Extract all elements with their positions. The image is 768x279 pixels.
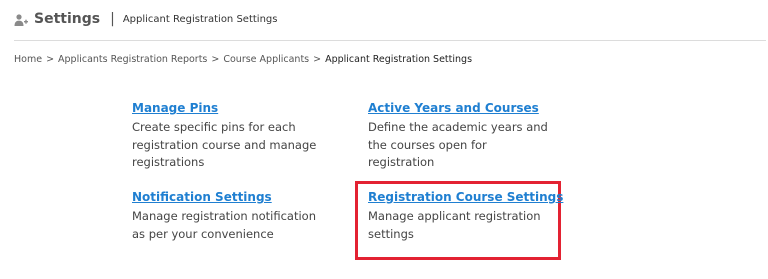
user-settings-icon	[14, 12, 28, 26]
manage-pins-link[interactable]: Manage Pins	[132, 101, 322, 115]
breadcrumb-applicants-registration-reports[interactable]: Applicants Registration Reports	[58, 54, 207, 65]
registration-course-settings-description: Manage applicant registration settings	[368, 209, 541, 241]
page-title: Settings	[34, 11, 101, 27]
breadcrumb-course-applicants[interactable]: Course Applicants	[223, 54, 309, 65]
settings-tile-manage-pins: Manage Pins Create specific pins for eac…	[132, 101, 322, 172]
page-subtitle: Applicant Registration Settings	[122, 13, 278, 25]
notification-settings-link[interactable]: Notification Settings	[132, 190, 322, 204]
breadcrumb-home[interactable]: Home	[14, 54, 42, 65]
manage-pins-description: Create specific pins for each registrati…	[132, 120, 317, 169]
breadcrumb-separator: >	[313, 54, 322, 65]
breadcrumb-separator: >	[211, 54, 220, 65]
breadcrumb-separator: >	[46, 54, 55, 65]
notification-settings-description: Manage registration notification as per …	[132, 209, 317, 241]
header-separator: |	[110, 11, 115, 27]
page-header: Settings | Applicant Registration Settin…	[14, 8, 277, 30]
active-years-courses-link[interactable]: Active Years and Courses	[368, 101, 548, 115]
breadcrumb: Home > Applicants Registration Reports > Cou…	[14, 54, 472, 65]
registration-course-settings-link[interactable]: Registration Course Settings	[368, 190, 563, 204]
settings-tile-registration-course: Registration Course Settings Manage appl…	[368, 190, 563, 243]
active-years-courses-description: Define the academic years and the course…	[368, 120, 548, 169]
header-divider	[14, 40, 766, 41]
breadcrumb-current: Applicant Registration Settings	[325, 54, 473, 65]
settings-tile-notification: Notification Settings Manage registratio…	[132, 190, 322, 243]
settings-tile-active-years: Active Years and Courses Define the acad…	[368, 101, 548, 172]
